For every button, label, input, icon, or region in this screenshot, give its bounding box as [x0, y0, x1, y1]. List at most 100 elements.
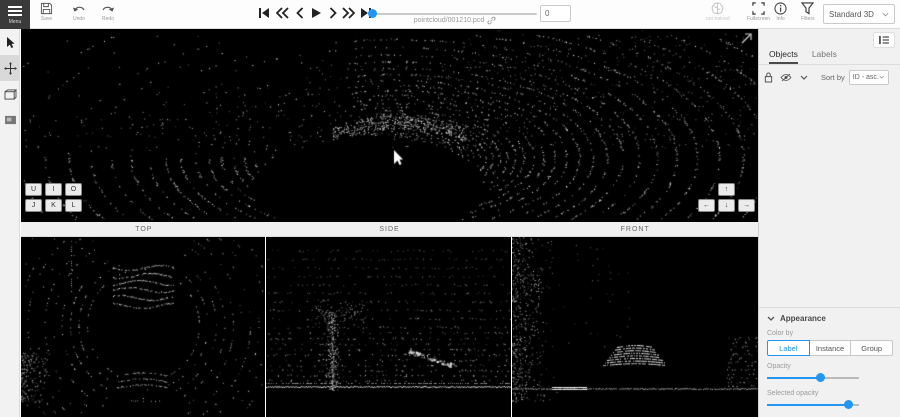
move-tool[interactable]	[0, 55, 20, 81]
opacity-label: Opacity	[767, 363, 893, 370]
view-mode-dropdown[interactable]: Standard 3D	[823, 4, 895, 24]
selected-opacity-thumb[interactable]	[844, 400, 853, 409]
cuboid-icon	[4, 89, 17, 100]
save-icon	[40, 2, 53, 15]
lock-all-button[interactable]	[759, 70, 777, 84]
info-label: Info	[776, 16, 784, 22]
save-button[interactable]: Save	[40, 2, 53, 28]
model-status: not trained	[706, 2, 730, 28]
step-forward-icon	[329, 7, 337, 19]
list-controls: Sort by ID - asc...	[759, 67, 900, 87]
sort-dropdown[interactable]: ID - asc...	[849, 70, 889, 85]
fullscreen-icon	[752, 2, 765, 15]
side-view-label: SIDE	[267, 222, 513, 236]
image-tool[interactable]	[0, 107, 20, 133]
save-label: Save	[41, 16, 52, 22]
rotate-keypad: U I O J K L	[25, 183, 82, 215]
play-button[interactable]	[308, 5, 324, 21]
arrow-left-button[interactable]: ←	[698, 199, 715, 212]
color-by-instance-option[interactable]: Instance	[809, 340, 852, 356]
panel-list-icon	[878, 35, 890, 45]
select-tool[interactable]	[0, 29, 20, 55]
undo-icon	[72, 2, 86, 15]
key-j-button[interactable]: J	[25, 199, 42, 212]
fast-forward-icon	[342, 7, 355, 19]
redo-label: Redo	[102, 16, 114, 22]
filters-button[interactable]: Filters	[801, 2, 815, 28]
frame-number-input[interactable]	[540, 5, 571, 22]
appearance-header[interactable]: Appearance	[767, 314, 893, 323]
step-backward-icon	[296, 7, 304, 19]
brain-icon	[710, 2, 725, 15]
skip-start-button[interactable]	[256, 5, 272, 21]
hide-all-button[interactable]	[777, 70, 795, 84]
chevron-down-icon	[800, 75, 808, 80]
tab-objects[interactable]: Objects	[769, 46, 798, 64]
key-k-button[interactable]: K	[45, 199, 62, 212]
pan-arrowpad: ↑ ← ↓ →	[698, 183, 755, 212]
arrow-up-button[interactable]: ↑	[718, 183, 735, 196]
color-by-group-option[interactable]: Group	[850, 340, 893, 356]
tab-labels[interactable]: Labels	[812, 46, 837, 64]
top-view-label: TOP	[21, 222, 267, 236]
selected-opacity-fill	[767, 404, 848, 406]
chevron-down-icon	[879, 75, 884, 79]
expand-list-button[interactable]	[795, 70, 813, 84]
image-icon	[4, 115, 17, 125]
file-name: pointcloud/001210.pcd	[414, 17, 484, 24]
sort-value: ID - asc...	[853, 74, 880, 81]
filter-icon	[801, 2, 814, 15]
arrow-right-button[interactable]: →	[738, 199, 755, 212]
arrow-down-button[interactable]: ↓	[718, 199, 735, 212]
side-ortho-view[interactable]	[266, 237, 511, 417]
skip-start-icon	[258, 7, 270, 19]
selected-opacity-slider[interactable]	[767, 401, 859, 410]
timeline-track	[370, 13, 537, 15]
step-backward-button[interactable]	[292, 5, 308, 21]
info-icon	[774, 2, 787, 15]
annotation-app: Menu Save Undo Redo	[0, 0, 900, 417]
chevron-down-icon	[767, 316, 775, 321]
cuboid-tool[interactable]	[0, 81, 20, 107]
info-button[interactable]: Info	[774, 2, 787, 28]
current-file-label: pointcloud/001210.pcd	[380, 16, 530, 25]
tool-sidebar	[0, 29, 20, 417]
main-3d-view[interactable]	[21, 29, 758, 222]
fast-forward-button[interactable]	[340, 5, 356, 21]
opacity-thumb[interactable]	[816, 373, 825, 382]
view-mode-value: Standard 3D	[829, 10, 874, 19]
timeline-thumb[interactable]	[368, 9, 377, 18]
appearance-title: Appearance	[780, 314, 826, 323]
color-by-label-option[interactable]: Label	[767, 340, 810, 356]
link-icon[interactable]	[487, 16, 496, 25]
selected-opacity-label: Selected opacity	[767, 390, 893, 397]
key-i-button[interactable]: I	[45, 183, 62, 196]
menu-button[interactable]: Menu	[0, 0, 30, 29]
key-u-button[interactable]: U	[25, 183, 42, 196]
lock-icon	[764, 72, 773, 83]
top-ortho-view[interactable]	[21, 237, 265, 417]
top-toolbar: Menu Save Undo Redo	[0, 0, 900, 29]
undo-label: Undo	[73, 16, 85, 22]
color-by-label: Color by	[767, 330, 893, 337]
not-trained-label: not trained	[706, 16, 730, 22]
step-forward-button[interactable]	[325, 5, 341, 21]
opacity-slider[interactable]	[767, 374, 859, 383]
color-by-segmented: Label Instance Group	[767, 340, 893, 356]
appearance-section: Appearance Color by Label Instance Group…	[759, 307, 900, 417]
ortho-view-labels: TOP SIDE FRONT	[21, 222, 758, 237]
fast-backward-button[interactable]	[274, 5, 290, 21]
filters-label: Filters	[801, 16, 815, 22]
redo-button[interactable]: Redo	[101, 2, 115, 28]
key-o-button[interactable]: O	[65, 183, 82, 196]
hamburger-icon	[8, 4, 22, 18]
panel-tabs: Objects Labels	[759, 46, 900, 65]
key-l-button[interactable]: L	[65, 199, 82, 212]
opacity-fill	[767, 377, 820, 379]
front-ortho-view[interactable]	[512, 237, 758, 417]
front-view-label: FRONT	[512, 222, 758, 236]
eye-off-icon	[780, 73, 792, 82]
fullscreen-label: Fullscreen	[747, 16, 770, 22]
undo-button[interactable]: Undo	[72, 2, 86, 28]
fullscreen-button[interactable]: Fullscreen	[747, 2, 770, 28]
